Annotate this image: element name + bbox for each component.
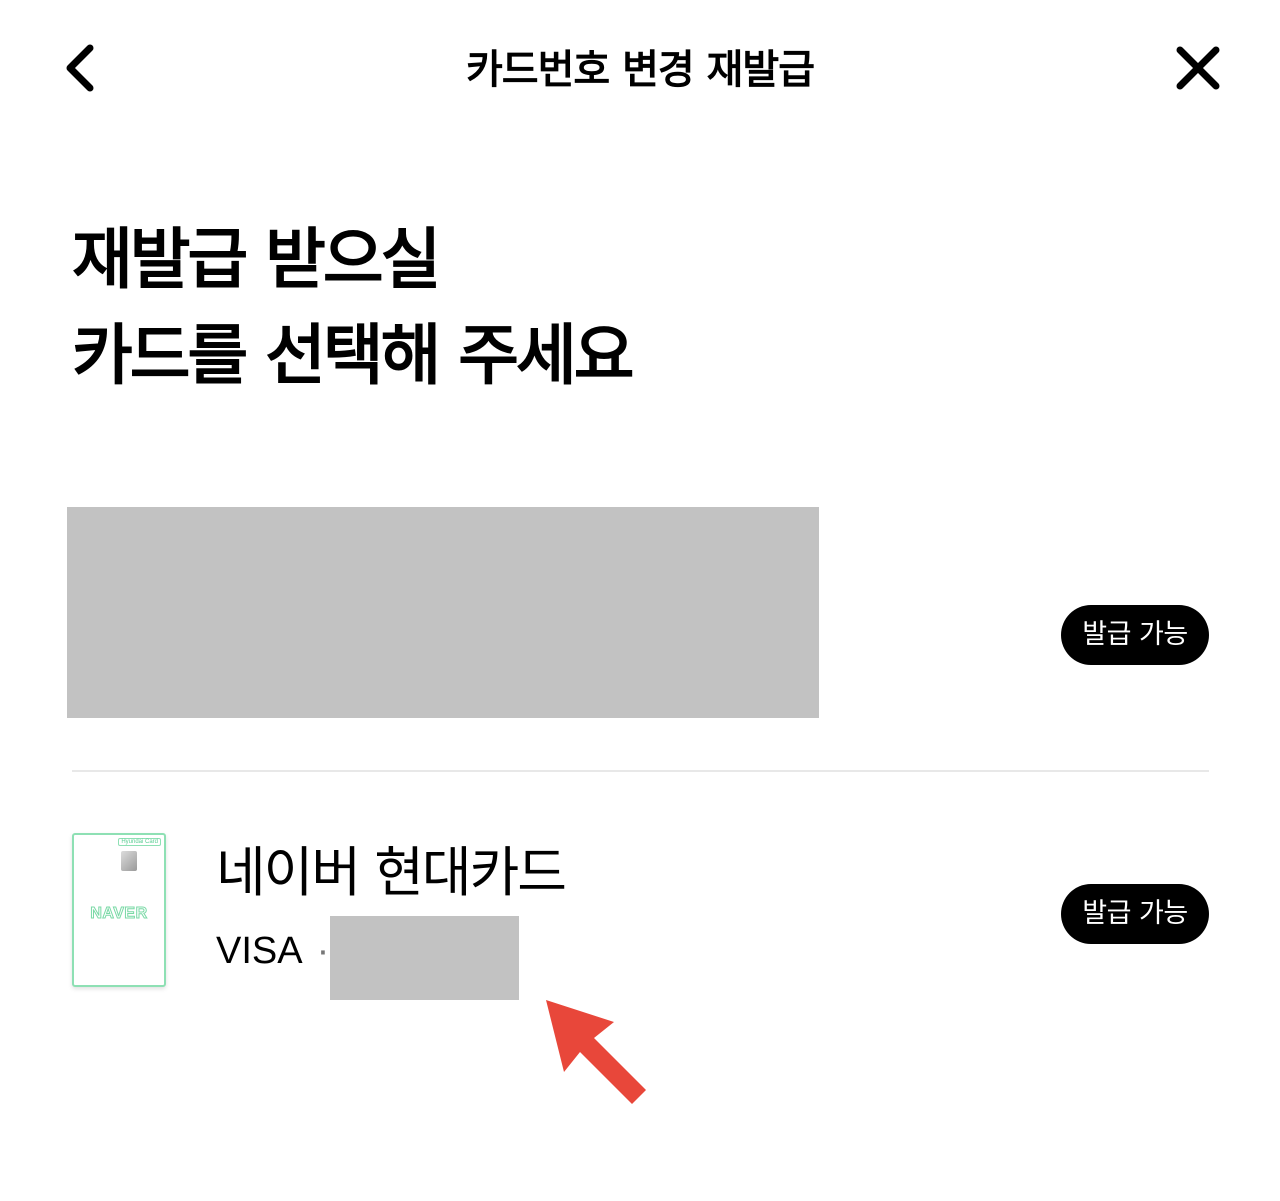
card-issuer-logo: Hyundai Card <box>118 838 161 846</box>
top-bar: 카드번호 변경 재발급 <box>0 0 1280 140</box>
card-thumbnail: Hyundai Card NAVER <box>72 833 166 987</box>
annotation-arrow-icon <box>546 1000 646 1104</box>
instruction-heading: 재발급 받으실 카드를 선택해 주세요 <box>72 212 1072 404</box>
card-network: VISA <box>216 930 303 972</box>
heading-line-1: 재발급 받으실 <box>72 221 441 298</box>
redacted-card-info <box>67 507 819 718</box>
chevron-left-icon <box>66 44 94 92</box>
card-brand-logo: NAVER <box>90 905 148 923</box>
card-list-item-1[interactable]: 발급 가능 <box>0 505 1280 720</box>
close-icon <box>1176 46 1220 90</box>
list-divider <box>72 770 1209 772</box>
card-name: 네이버 현대카드 <box>216 841 567 904</box>
close-button[interactable] <box>1168 38 1228 98</box>
issuable-badge: 발급 가능 <box>1061 605 1209 665</box>
heading-line-2: 카드를 선택해 주세요 <box>72 317 634 394</box>
card-meta: VISA · <box>216 923 329 979</box>
redacted-card-number <box>330 916 519 1000</box>
page-title: 카드번호 변경 재발급 <box>465 47 815 93</box>
issuable-badge: 발급 가능 <box>1061 884 1209 944</box>
back-button[interactable] <box>56 38 112 98</box>
card-list-item-2[interactable]: Hyundai Card NAVER 네이버 현대카드 VISA · 발급 가능 <box>0 820 1280 1010</box>
card-chip-icon <box>121 851 137 871</box>
meta-separator: · <box>316 930 330 972</box>
